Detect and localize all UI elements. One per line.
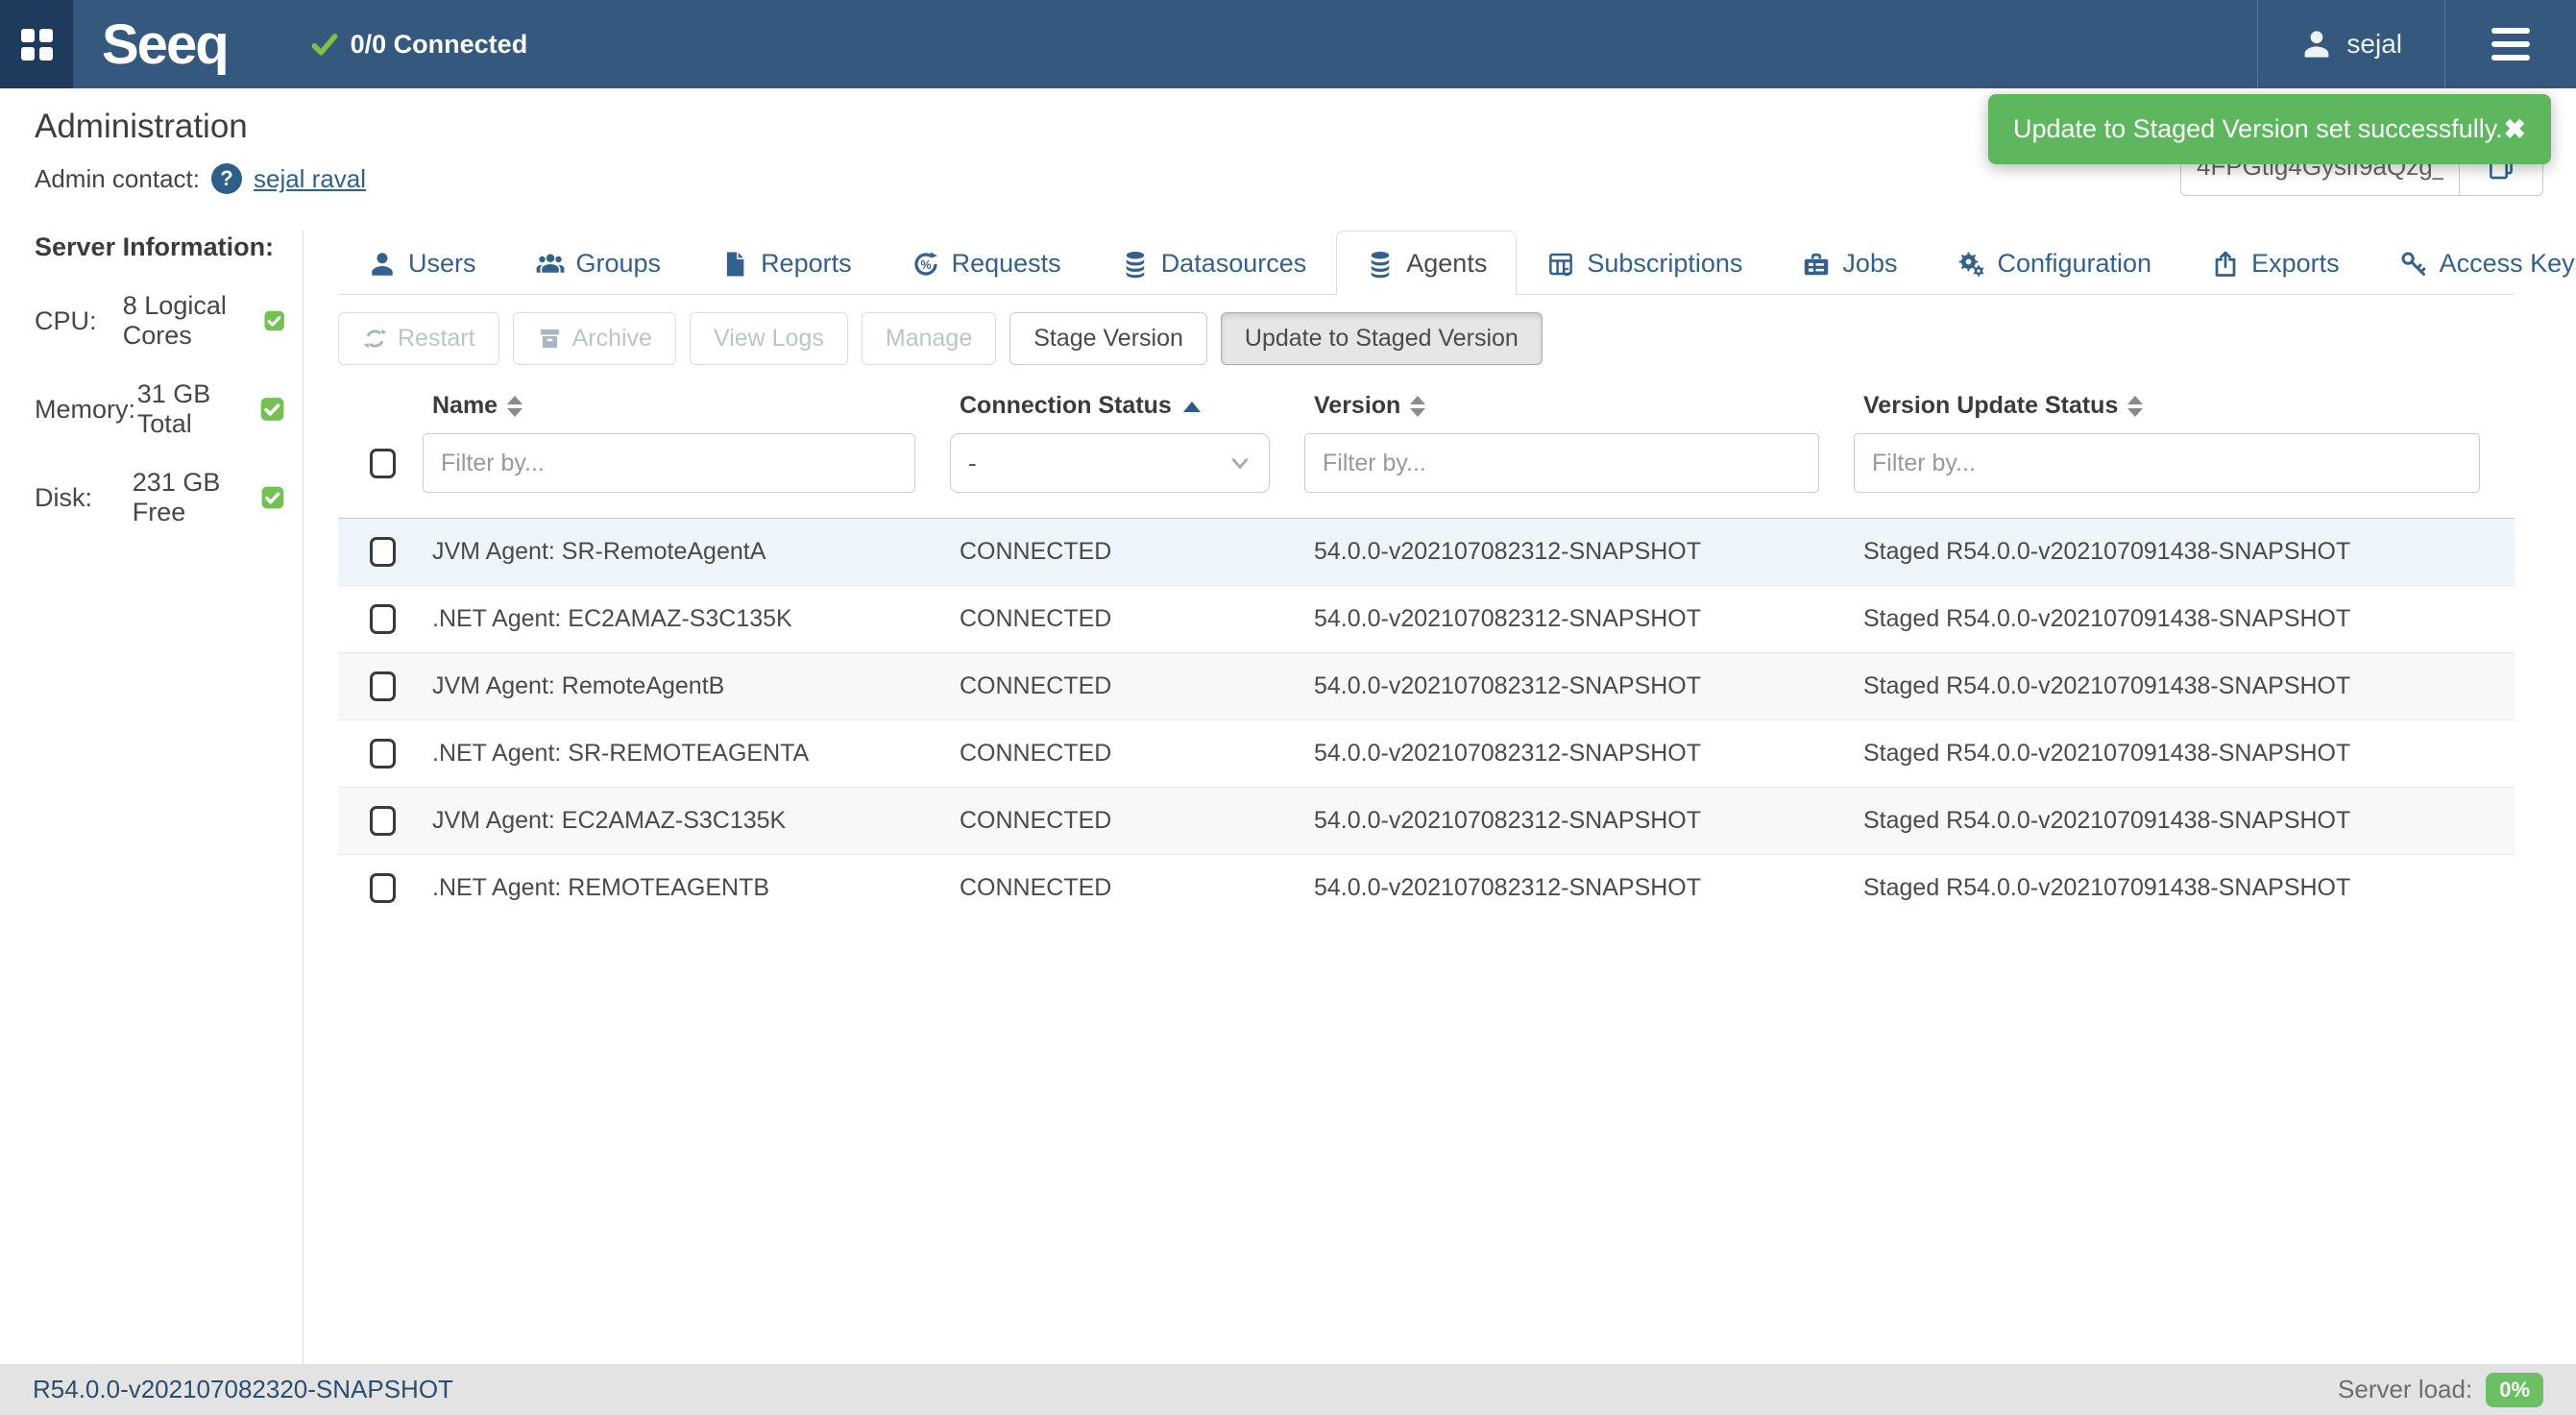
admin-tabs: Users Groups Reports % Requests Datasour… xyxy=(338,231,2515,295)
server-info-cpu: CPU: 8 Logical Cores xyxy=(35,291,285,351)
server-info-memory: Memory: 31 GB Total xyxy=(35,379,285,439)
table-row[interactable]: JVM Agent: EC2AMAZ-S3C135K CONNECTED 54.… xyxy=(338,788,2515,855)
tab-datasources[interactable]: Datasources xyxy=(1091,231,1337,295)
tab-requests[interactable]: % Requests xyxy=(882,231,1091,295)
hamburger-menu-button[interactable] xyxy=(2445,0,2576,88)
key-icon xyxy=(2399,250,2428,279)
top-navbar: Seeq 0/0 Connected sejal xyxy=(0,0,2576,88)
requests-gauge-icon: % xyxy=(911,250,940,279)
sort-icon[interactable] xyxy=(507,396,522,417)
tab-reports[interactable]: Reports xyxy=(691,231,882,295)
connected-check-icon xyxy=(310,30,339,59)
database-icon xyxy=(1121,250,1150,279)
tab-subscriptions[interactable]: Subscriptions xyxy=(1517,231,1772,295)
user-menu[interactable]: sejal xyxy=(2257,0,2445,88)
tab-agents[interactable]: Agents xyxy=(1336,231,1517,295)
hamburger-icon xyxy=(2491,28,2530,34)
name-filter-input[interactable] xyxy=(423,433,915,493)
group-icon xyxy=(536,250,565,279)
row-checkbox[interactable] xyxy=(370,806,396,836)
agents-table: Name Connection Status Version Version U… xyxy=(338,392,2515,921)
admin-contact-link[interactable]: sejal raval xyxy=(254,164,366,194)
connection-status-label: 0/0 Connected xyxy=(351,30,528,60)
update-to-staged-version-button[interactable]: Update to Staged Version xyxy=(1221,312,1543,365)
restart-button: Restart xyxy=(338,312,499,365)
archive-box-icon xyxy=(537,326,563,352)
agents-toolbar: Restart Archive View Logs Manage Stage V… xyxy=(338,312,2515,365)
sort-asc-icon[interactable] xyxy=(1183,402,1201,412)
tab-jobs[interactable]: Jobs xyxy=(1772,231,1927,295)
apps-menu-button[interactable] xyxy=(0,0,73,88)
report-file-icon xyxy=(720,250,749,279)
table-row[interactable]: .NET Agent: EC2AMAZ-S3C135K CONNECTED 54… xyxy=(338,586,2515,653)
stage-version-button[interactable]: Stage Version xyxy=(1009,312,1207,365)
server-load-label: Server load: xyxy=(2338,1375,2472,1404)
connection-status-filter-select[interactable]: - xyxy=(950,433,1270,493)
svg-text:%: % xyxy=(920,258,931,272)
server-version-label: R54.0.0-v202107082320-SNAPSHOT xyxy=(33,1375,453,1404)
table-row[interactable]: JVM Agent: RemoteAgentB CONNECTED 54.0.0… xyxy=(338,653,2515,720)
row-checkbox[interactable] xyxy=(370,671,396,701)
row-checkbox[interactable] xyxy=(370,537,396,567)
help-question-icon[interactable]: ? xyxy=(211,163,242,194)
table-row[interactable]: JVM Agent: SR-RemoteAgentA CONNECTED 54.… xyxy=(338,519,2515,586)
user-icon xyxy=(368,250,397,279)
user-icon xyxy=(2300,28,2333,61)
column-header-version[interactable]: Version xyxy=(1304,392,1854,433)
connection-status: 0/0 Connected xyxy=(310,0,528,88)
briefcase-icon xyxy=(1802,250,1831,279)
table-row[interactable]: .NET Agent: REMOTEAGENTB CONNECTED 54.0.… xyxy=(338,855,2515,922)
server-load-badge: 0% xyxy=(2486,1373,2543,1407)
manage-button: Manage xyxy=(862,312,996,365)
row-checkbox[interactable] xyxy=(370,739,396,768)
check-square-icon xyxy=(263,306,285,335)
sort-icon[interactable] xyxy=(2127,396,2143,417)
check-square-icon xyxy=(260,483,285,512)
chevron-down-icon xyxy=(1228,451,1252,475)
success-toast: Update to Staged Version set successfull… xyxy=(1988,94,2551,164)
server-info-panel: Server Information: CPU: 8 Logical Cores… xyxy=(0,231,304,1364)
check-square-icon xyxy=(259,395,285,424)
agents-database-icon xyxy=(1366,250,1395,279)
gears-icon xyxy=(1956,250,1985,279)
row-checkbox[interactable] xyxy=(370,604,396,634)
server-info-title: Server Information: xyxy=(35,232,285,262)
close-icon[interactable]: ✖ xyxy=(2504,113,2526,145)
server-info-disk: Disk: 231 GB Free xyxy=(35,468,285,527)
table-row[interactable]: .NET Agent: SR-REMOTEAGENTA CONNECTED 54… xyxy=(338,720,2515,788)
archive-button: Archive xyxy=(513,312,676,365)
view-logs-button: View Logs xyxy=(690,312,848,365)
version-filter-input[interactable] xyxy=(1304,433,1819,493)
export-icon xyxy=(2211,250,2240,279)
filter-row: - xyxy=(338,433,2515,519)
row-checkbox[interactable] xyxy=(370,873,396,903)
table-header-row: Name Connection Status Version Version U… xyxy=(338,392,2515,433)
username-label: sejal xyxy=(2346,29,2402,60)
select-all-checkbox[interactable] xyxy=(370,449,396,478)
column-header-name[interactable]: Name xyxy=(423,392,950,433)
sort-icon[interactable] xyxy=(1410,396,1425,417)
tab-users[interactable]: Users xyxy=(338,231,506,295)
tab-access-keys[interactable]: Access Keys xyxy=(2369,231,2576,295)
column-header-version-update-status[interactable]: Version Update Status xyxy=(1854,392,2515,433)
status-footer: R54.0.0-v202107082320-SNAPSHOT Server lo… xyxy=(0,1364,2576,1415)
seeq-logo: Seeq xyxy=(102,12,228,77)
column-header-connection-status[interactable]: Connection Status xyxy=(950,392,1304,433)
tab-groups[interactable]: Groups xyxy=(506,231,692,295)
admin-contact-label: Admin contact: xyxy=(35,164,200,194)
toast-message: Update to Staged Version set successfull… xyxy=(2013,114,2503,144)
subscriptions-icon xyxy=(1546,250,1575,279)
apps-grid-icon xyxy=(21,29,53,61)
refresh-icon xyxy=(362,326,388,352)
tab-configuration[interactable]: Configuration xyxy=(1927,231,2181,295)
version-update-status-filter-input[interactable] xyxy=(1854,433,2480,493)
tab-exports[interactable]: Exports xyxy=(2181,231,2369,295)
